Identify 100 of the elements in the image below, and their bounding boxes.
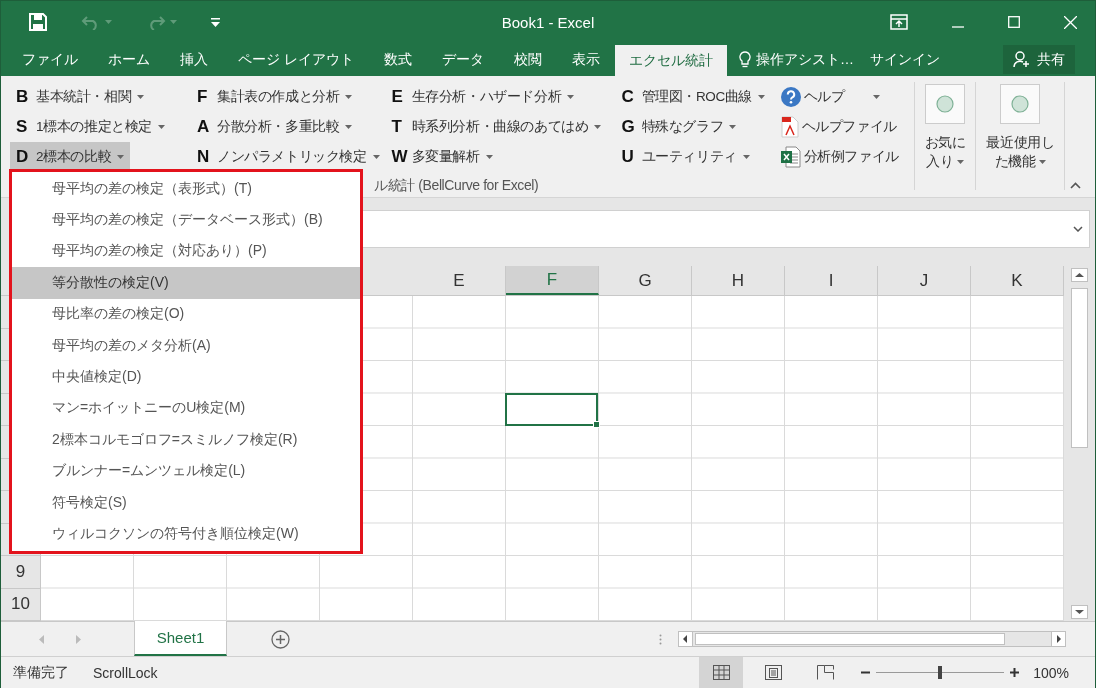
help-icon xyxy=(780,87,801,107)
menu-item[interactable]: 母平均の差の検定（データベース形式）(B) xyxy=(12,204,360,236)
column-header[interactable]: H xyxy=(692,266,785,295)
caret-icon xyxy=(105,20,112,24)
status-text: 準備完了 xyxy=(13,663,69,682)
circle-icon xyxy=(935,94,955,114)
excel-file-icon xyxy=(780,146,801,168)
ribbon-display-options-icon[interactable] xyxy=(890,14,908,30)
status-text: ScrollLock xyxy=(93,664,158,681)
page-icon xyxy=(764,665,782,680)
ribbon-menu-button[interactable]: U ユーティリティ xyxy=(615,142,756,172)
row-header[interactable]: 9 xyxy=(1,556,40,589)
caret-icon xyxy=(729,125,737,129)
caret-icon xyxy=(1039,159,1047,164)
ribbon-tab[interactable]: 表示 xyxy=(556,43,615,76)
scroll-up-icon xyxy=(1071,268,1088,282)
caret-icon xyxy=(137,95,145,99)
ribbon-menu-button[interactable]: G 特殊なグラフ xyxy=(615,112,743,142)
caret-icon xyxy=(170,20,177,24)
scroll-left-icon xyxy=(678,631,693,647)
column-header[interactable]: G xyxy=(599,266,692,295)
collapse-ribbon-icon[interactable] xyxy=(1070,182,1081,189)
view-button[interactable] xyxy=(699,657,744,688)
customize-icon[interactable] xyxy=(211,17,220,27)
ribbon-menu-button[interactable]: E 生存分析・ハザード分析 xyxy=(385,82,581,112)
scroll-thumb[interactable] xyxy=(1071,288,1088,448)
share-button[interactable]: 共有 xyxy=(1003,45,1075,74)
caret-icon xyxy=(485,155,493,159)
ribbon-group-label: ル統計 (BellCurve for Excel) xyxy=(374,176,539,195)
caret-icon xyxy=(372,155,380,159)
caret-icon xyxy=(345,125,353,129)
ribbon-menu-button[interactable]: T 時系列分析・曲線のあてはめ xyxy=(385,112,608,142)
tell-me-label: 操作アシスト… xyxy=(755,50,854,69)
column-header[interactable]: I xyxy=(785,266,878,295)
menu-item[interactable]: 2標本コルモゴロフ=スミルノフ検定(R) xyxy=(12,424,360,456)
ribbon-menu-button[interactable]: N ノンパラメトリック検定 xyxy=(191,142,386,172)
grid-icon xyxy=(712,665,730,680)
column-header[interactable]: J xyxy=(878,266,971,295)
caret-icon xyxy=(594,125,602,129)
maximize-icon[interactable] xyxy=(1008,16,1020,28)
caret-icon xyxy=(157,125,165,129)
ribbon-menu-button[interactable]: S 1標本の推定と検定 xyxy=(10,112,171,142)
page-break-icon xyxy=(816,665,834,680)
add-sheet-icon[interactable] xyxy=(271,629,290,649)
caret-icon xyxy=(873,95,881,99)
scroll-right-icon xyxy=(1051,631,1066,647)
splitter-handle-icon[interactable] xyxy=(659,633,662,645)
ribbon-menu-button[interactable]: A 分散分析・多重比較 xyxy=(191,112,359,142)
sign-in-link[interactable]: サインイン xyxy=(861,43,948,76)
window-title: Book1 - Excel xyxy=(501,14,595,31)
ribbon-large-button[interactable]: 最近使用し た機能 xyxy=(980,82,1061,174)
ribbon-menu-button[interactable]: C 管理図・ROC曲線 xyxy=(615,82,771,112)
ribbon-button[interactable]: ヘルプファイル xyxy=(778,112,910,142)
save-icon[interactable] xyxy=(29,13,47,31)
caret-icon xyxy=(567,95,575,99)
sheet-tab[interactable]: Sheet1 xyxy=(134,621,227,656)
pdf-file-icon xyxy=(780,116,799,138)
ribbon-tab[interactable]: ホーム xyxy=(93,43,165,76)
ribbon-menu-button[interactable]: B 基本統計・相関 xyxy=(10,82,151,112)
menu-item[interactable]: 母平均の差の検定（対応あり）(P) xyxy=(12,235,360,268)
person-add-icon xyxy=(1013,51,1031,68)
caret-icon xyxy=(345,95,353,99)
zoom-in-icon[interactable] xyxy=(1010,668,1020,677)
zoom-level[interactable]: 100% xyxy=(1033,664,1069,681)
tell-me-search[interactable]: 操作アシスト… xyxy=(726,43,862,76)
menu-item[interactable]: ウィルコクソンの符号付き順位検定(W) xyxy=(12,518,360,550)
lightbulb-icon xyxy=(738,51,751,68)
circle-icon xyxy=(1010,94,1031,114)
menu-item[interactable]: ブルンナー=ムンツェル検定(L) xyxy=(12,455,360,487)
ribbon-tab[interactable]: 校閲 xyxy=(498,43,557,76)
menu-item[interactable]: 母平均の差の検定（表形式）(T) xyxy=(12,173,360,205)
menu-item[interactable]: 符号検定(S) xyxy=(12,486,360,519)
ribbon-tab[interactable]: データ xyxy=(426,43,499,76)
ribbon-menu-button[interactable]: D 2標本の比較 xyxy=(10,142,131,172)
column-header[interactable]: F xyxy=(506,266,599,295)
ribbon-tab[interactable]: エクセル統計 xyxy=(614,45,727,76)
active-cell[interactable] xyxy=(505,392,598,426)
zoom-slider-thumb[interactable] xyxy=(938,666,943,679)
ribbon-menu-button[interactable]: F 集計表の作成と分析 xyxy=(191,82,359,112)
scroll-down-icon xyxy=(1071,605,1088,619)
ribbon-large-button[interactable]: お気に 入り xyxy=(918,82,972,174)
ribbon-tab[interactable]: 数式 xyxy=(368,43,427,76)
expand-chevron-icon[interactable] xyxy=(1073,226,1083,232)
ribbon-tab[interactable]: ファイル xyxy=(7,43,93,76)
caret-icon xyxy=(957,159,965,164)
ribbon-tab[interactable]: ページ レイアウト xyxy=(223,43,369,76)
close-icon[interactable] xyxy=(1064,15,1077,29)
menu-item[interactable]: 母比率の差の検定(O) xyxy=(12,298,360,330)
menu-item[interactable]: マン=ホイットニーのU検定(M) xyxy=(12,392,360,425)
caret-icon xyxy=(742,155,750,159)
ribbon-button[interactable]: ヘルプ xyxy=(778,82,910,112)
menu-item[interactable]: 中央値検定(D) xyxy=(12,361,360,393)
menu-item[interactable]: 等分散性の検定(V) xyxy=(12,267,360,299)
vertical-scrollbar[interactable] xyxy=(1064,266,1095,621)
ribbon-tab[interactable]: 挿入 xyxy=(165,43,223,76)
caret-icon xyxy=(758,95,765,99)
ribbon-button[interactable]: 分析例ファイル xyxy=(778,142,910,172)
menu-item[interactable]: 母平均の差のメタ分析(A) xyxy=(12,329,360,362)
ribbon-menu-button[interactable]: W 多変量解析 xyxy=(385,142,499,172)
caret-icon xyxy=(117,155,125,159)
